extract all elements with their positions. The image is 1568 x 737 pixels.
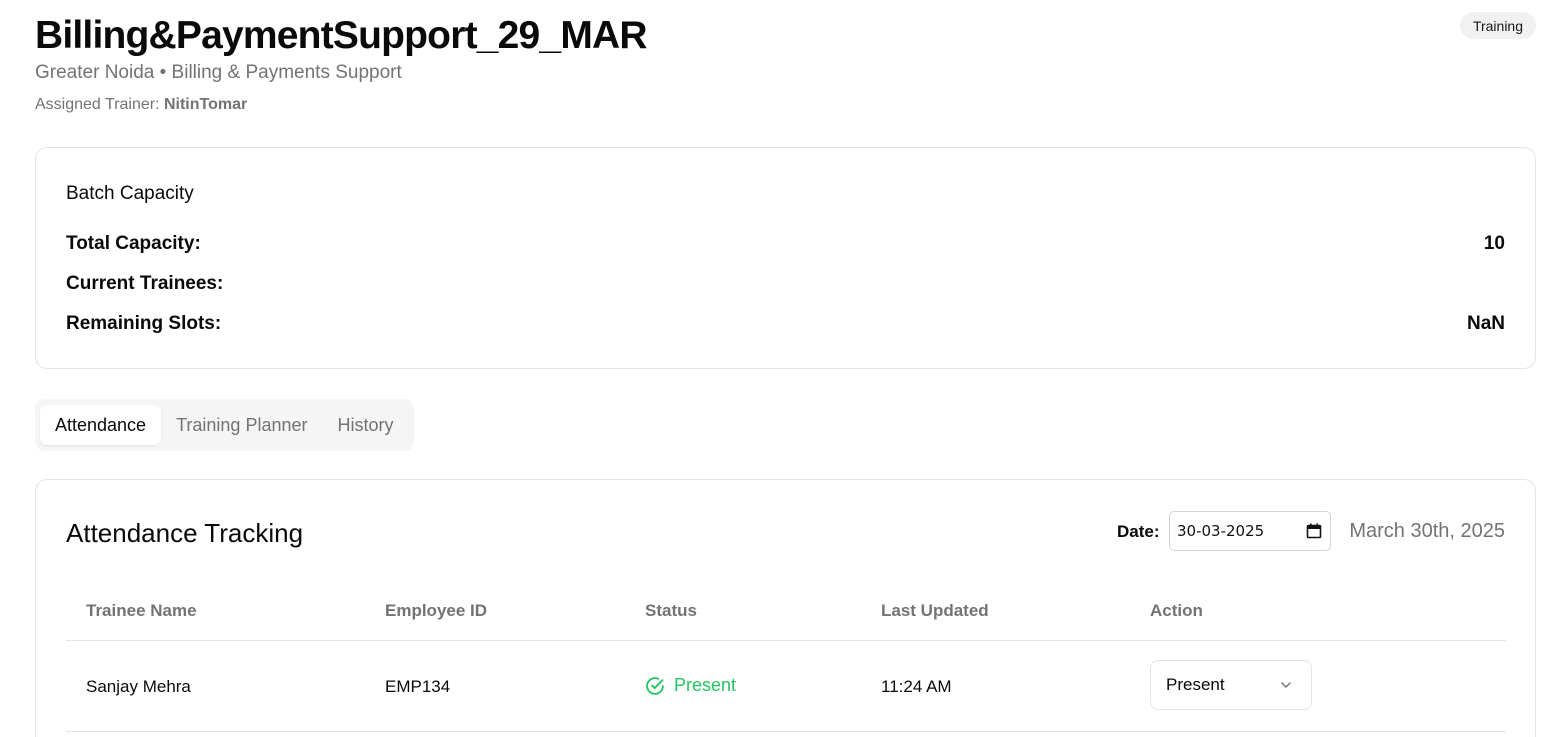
chevron-down-icon (1281, 682, 1291, 688)
column-header-trainee-name: Trainee Name (86, 601, 197, 620)
capacity-label: Current Trainees: (66, 273, 224, 294)
employee-id-cell: EMP134 (385, 677, 451, 696)
batch-capacity-card: Batch Capacity Total Capacity: 10 Curren… (35, 147, 1536, 369)
capacity-row-remaining: Remaining Slots: NaN (66, 311, 1505, 337)
status-badge: Training (1459, 12, 1536, 39)
capacity-row-current: Current Trainees: (66, 271, 1505, 297)
trainer-label: Assigned Trainer: (35, 96, 160, 113)
selected-date-display: March 30th, 2025 (1349, 520, 1505, 542)
capacity-value: NaN (1466, 313, 1505, 334)
batch-title: Billing&PaymentSupport_29_MAR (35, 14, 648, 57)
attendance-status-select[interactable]: Present (1150, 660, 1312, 710)
attendance-card: Attendance Tracking Date: 30-03-2025 Mar… (35, 479, 1536, 737)
last-updated-cell: 11:24 AM (881, 677, 952, 696)
date-input-value: 30-03-2025 (1177, 522, 1265, 540)
tab-list: Attendance Training Planner History (35, 399, 414, 451)
capacity-label: Total Capacity: (66, 233, 201, 254)
tab-history[interactable]: History (322, 405, 408, 445)
capacity-value: 10 (1483, 233, 1505, 254)
date-input[interactable]: 30-03-2025 (1169, 511, 1331, 551)
table-row-divider (66, 731, 1506, 732)
status-text: Present (674, 675, 737, 695)
assigned-trainer: Assigned Trainer: NitinTomar (35, 96, 247, 114)
table-header-divider (66, 640, 1506, 641)
capacity-label: Remaining Slots: (66, 313, 222, 334)
column-header-last-updated: Last Updated (881, 601, 989, 620)
tab-attendance[interactable]: Attendance (40, 405, 162, 445)
status-cell: Present (645, 675, 736, 696)
batch-subtitle: Greater Noida • Billing & Payments Suppo… (35, 62, 402, 83)
column-header-employee-id: Employee ID (385, 601, 488, 620)
check-circle-icon (646, 676, 664, 695)
trainee-name-cell: Sanjay Mehra (86, 677, 191, 696)
column-header-action: Action (1150, 601, 1203, 620)
select-value: Present (1166, 675, 1225, 694)
column-header-status: Status (645, 601, 697, 620)
page: Billing&PaymentSupport_29_MAR Greater No… (0, 0, 1568, 737)
tab-training-planner[interactable]: Training Planner (161, 405, 322, 445)
capacity-heading: Batch Capacity (66, 183, 194, 204)
trainer-name: NitinTomar (163, 96, 248, 113)
calendar-icon[interactable] (1306, 523, 1322, 539)
capacity-row-total: Total Capacity: 10 (66, 231, 1505, 257)
date-label: Date: (1117, 522, 1160, 541)
attendance-title: Attendance Tracking (66, 518, 304, 548)
